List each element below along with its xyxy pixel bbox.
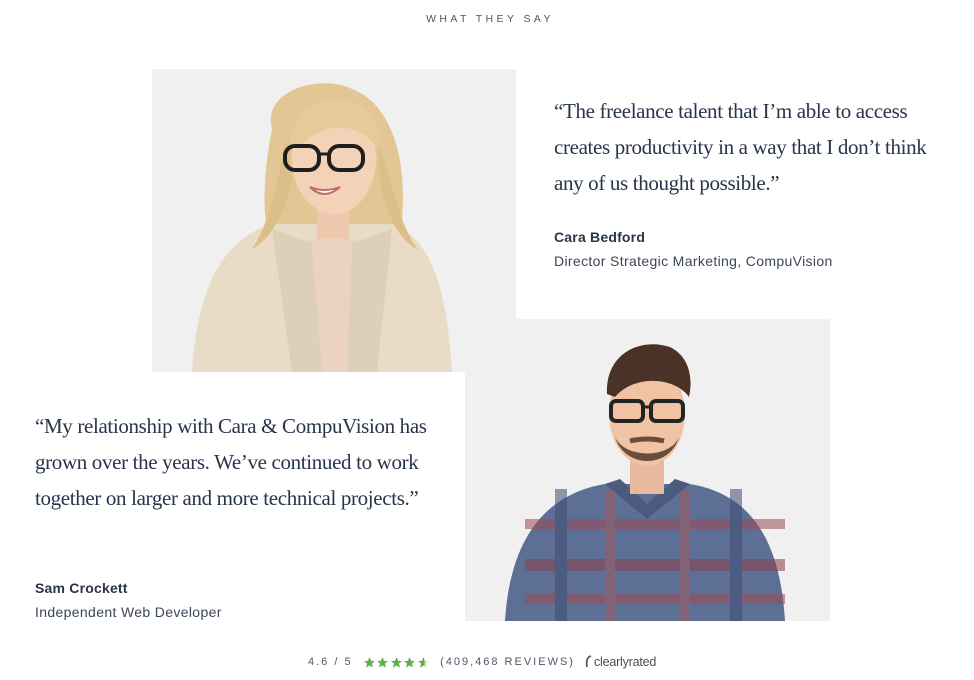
testimonial-author-title: Independent Web Developer [35,604,222,620]
star-rating [363,656,431,669]
rating-bar: 4.6 / 5 (409,468 REVIEWS) clearlyrated [308,648,656,676]
star-icon [417,656,429,668]
testimonial-author-title: Director Strategic Marketing, CompuVisio… [554,253,833,269]
testimonial-quote: “My relationship with Cara & CompuVision… [35,414,427,510]
star-icon [363,656,375,668]
star-icon [390,656,402,668]
cara-bedford-photo [152,69,516,372]
brand-name: clearlyrated [593,655,657,669]
testimonial-author-name: Cara Bedford [554,229,646,245]
star-icon [404,656,415,668]
rating-score: 4.6 / 5 [308,656,353,668]
testimonial-quote: “The freelance talent that I’m able to a… [554,99,927,195]
star-icon [377,656,388,668]
section-label: WHAT THEY SAY [426,13,554,25]
clearlyrated-logo[interactable]: clearlyrated [585,655,656,669]
clearlyrated-mark-icon [585,655,592,668]
review-count: (409,468 REVIEWS) [440,656,575,668]
sam-crockett-photo [465,319,830,621]
testimonial-author-name: Sam Crockett [35,580,128,596]
